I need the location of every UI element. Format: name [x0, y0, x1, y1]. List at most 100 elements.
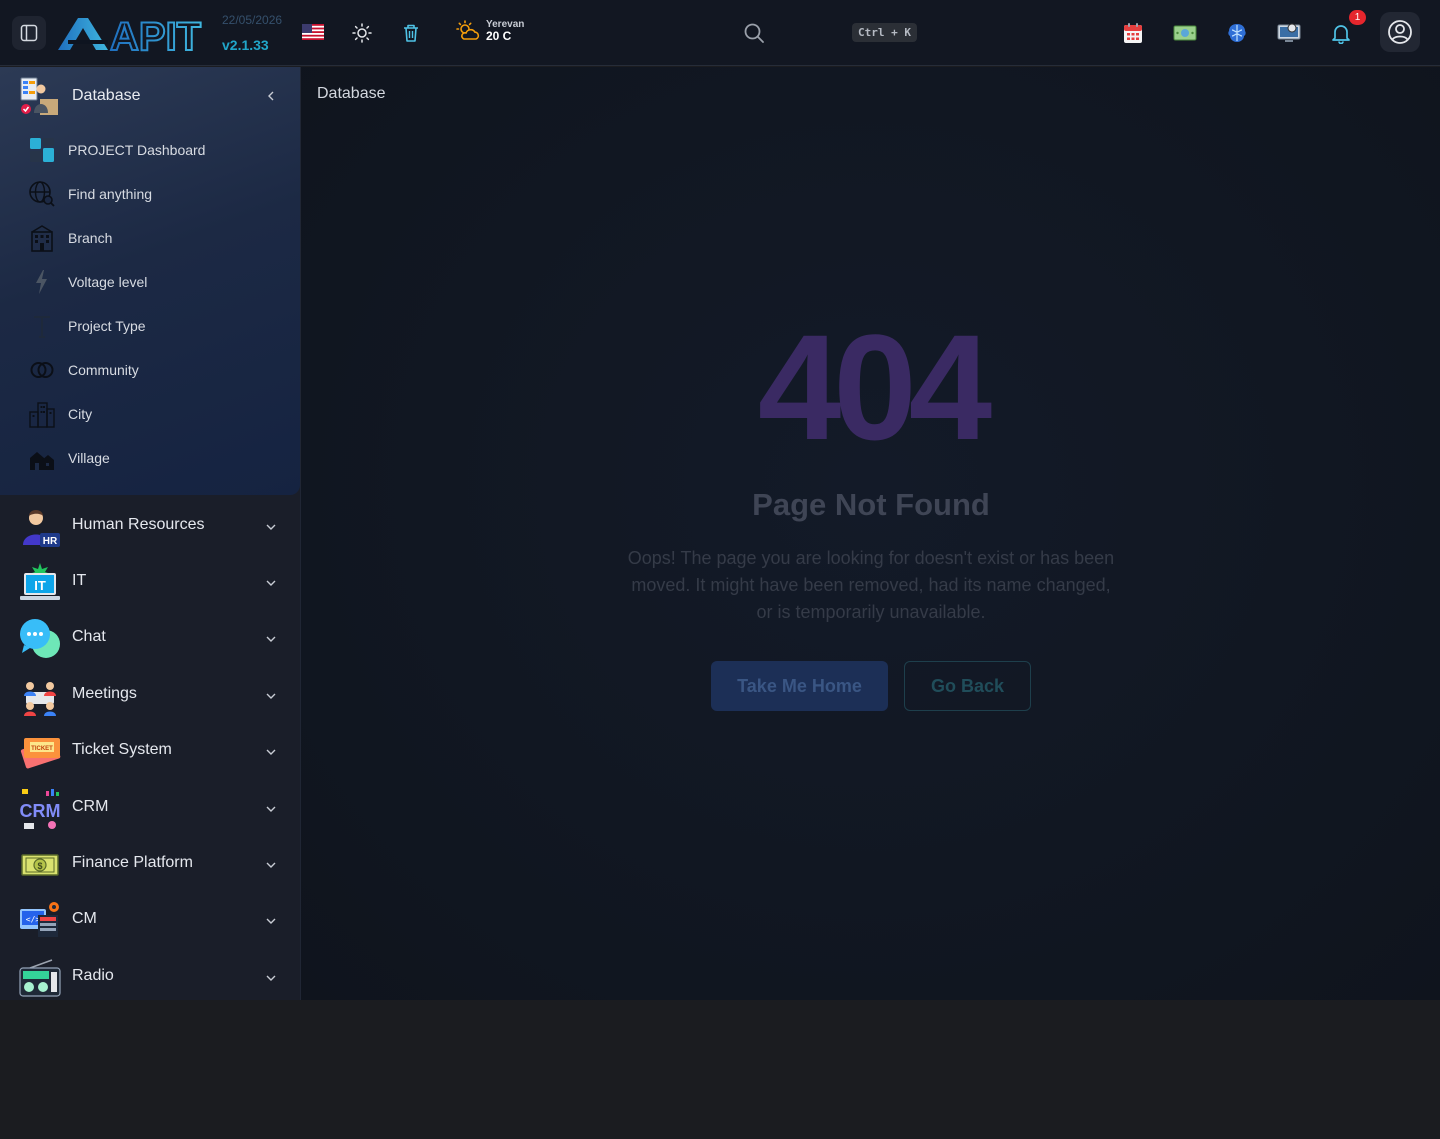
- hr-icon: HR: [23, 510, 60, 547]
- chevron-down-icon: [266, 975, 276, 981]
- sidebar-group-it[interactable]: IT IT: [0, 554, 300, 610]
- sidebar-group-label: Meetings: [72, 685, 137, 702]
- finance-button[interactable]: [1173, 21, 1197, 45]
- sidebar-group-database: Database PROJECT Dashboard Find anything…: [0, 67, 300, 495]
- app-version: v2.1.33: [222, 37, 269, 53]
- rings-icon: [30, 362, 54, 378]
- chevron-down-icon: [266, 918, 276, 924]
- chevron-down-icon: [266, 580, 276, 586]
- sidebar-item-label: Branch: [68, 230, 113, 246]
- sidebar-group-crm[interactable]: CRM CRM: [0, 780, 300, 836]
- database-icon: [20, 77, 58, 115]
- go-back-button[interactable]: Go Back: [904, 661, 1031, 711]
- header-date: 22/05/2026: [222, 13, 283, 27]
- sidebar-group-meetings[interactable]: Meetings: [0, 667, 300, 723]
- globe-search-icon: [29, 181, 55, 207]
- crm-icon: CRM: [20, 789, 61, 829]
- top-bar: APIT 22/05/2026 v2.1.33 Yerevan 20 C Ctr…: [0, 0, 1440, 66]
- error-code: 404: [757, 303, 992, 471]
- error-description: Oops! The page you are looking for doesn…: [627, 548, 1115, 622]
- sidebar-group-label: IT: [72, 572, 87, 589]
- sidebar-group-cm[interactable]: </> CM: [0, 892, 300, 948]
- bell-icon: [1332, 25, 1350, 44]
- ticket-icon: TICKET: [20, 738, 61, 769]
- sidebar-group-finance-platform[interactable]: $ Finance Platform: [0, 836, 300, 892]
- main-content: Database 404 Page Not Found Oops! The pa…: [300, 67, 1440, 1000]
- sidebar-item-label: Village: [68, 450, 110, 466]
- chevron-down-icon: [266, 524, 276, 530]
- ai-button[interactable]: [1225, 21, 1249, 45]
- sidebar-item-label: Voltage level: [68, 274, 148, 290]
- sidebar-group-label: Ticket System: [72, 741, 172, 758]
- theme-toggle-button[interactable]: [350, 21, 374, 45]
- brain-icon: [1228, 24, 1246, 42]
- breadcrumb[interactable]: Database: [317, 85, 386, 103]
- sidebar-group-human-resources[interactable]: HR Human Resources: [0, 498, 300, 554]
- weather-temp: 20 C: [486, 29, 512, 43]
- chevron-left-icon: [268, 91, 274, 101]
- logo-text: APIT: [110, 15, 201, 54]
- take-me-home-button[interactable]: Take Me Home: [711, 661, 888, 711]
- dashboard-icon: [30, 138, 54, 162]
- sidebar-group-label: Human Resources: [72, 516, 205, 533]
- sidebar-item-community[interactable]: Community: [0, 346, 300, 390]
- chat-bubbles-icon: [20, 619, 60, 658]
- sidebar-group-label: Chat: [72, 628, 106, 645]
- trash-icon: [404, 24, 418, 42]
- sidebar-item-project-dashboard[interactable]: PROJECT Dashboard: [0, 126, 300, 170]
- sidebar-toggle-button[interactable]: [12, 16, 46, 50]
- calendar-button[interactable]: [1121, 21, 1145, 45]
- sidebar-item-project-type[interactable]: Project Type: [0, 302, 300, 346]
- type-icon: [34, 316, 50, 338]
- svg-text:IT: IT: [34, 578, 46, 593]
- sidebar-item-label: Find anything: [68, 186, 153, 202]
- app-logo[interactable]: APIT: [56, 14, 216, 60]
- page-background: [0, 1000, 1440, 1139]
- chevron-down-icon: [266, 806, 276, 812]
- chevron-down-icon: [266, 693, 276, 699]
- sidebar-group-label: Database: [72, 87, 141, 104]
- user-menu-button[interactable]: [1380, 12, 1420, 52]
- sidebar-item-find-anything[interactable]: Find anything: [0, 170, 300, 214]
- it-laptop-icon: IT: [20, 563, 60, 600]
- us-flag-icon: [302, 24, 324, 40]
- language-button[interactable]: [302, 24, 324, 40]
- notifications-button[interactable]: [1329, 21, 1353, 45]
- search-shortcut: Ctrl + K: [852, 23, 917, 42]
- sun-icon: [352, 23, 372, 43]
- search-button[interactable]: [741, 20, 767, 46]
- search-icon: [744, 23, 764, 43]
- calendar-icon: [1124, 23, 1142, 43]
- sidebar-item-label: Project Type: [68, 318, 146, 334]
- sidebar-item-label: PROJECT Dashboard: [68, 142, 206, 158]
- user-circle-icon: [1388, 20, 1412, 44]
- sidebar-item-village[interactable]: Village: [0, 434, 300, 478]
- money-icon: [1173, 25, 1197, 41]
- sidebar-group-ticket-system[interactable]: TICKET Ticket System: [0, 723, 300, 779]
- sidebar-group-radio[interactable]: Radio: [0, 949, 300, 1005]
- sidebar-group-header-database[interactable]: Database: [0, 67, 300, 125]
- sidebar-group-label: CRM: [72, 798, 109, 815]
- sidebar-item-branch[interactable]: Branch: [0, 214, 300, 258]
- city-icon: [29, 402, 55, 428]
- meeting-icon: [24, 682, 56, 716]
- svg-text:TICKET: TICKET: [31, 746, 53, 752]
- chevron-down-icon: [266, 749, 276, 755]
- chevron-down-icon: [266, 862, 276, 868]
- sidebar-group-chat[interactable]: Chat: [0, 610, 300, 666]
- sidebar-item-label: City: [68, 406, 93, 422]
- cm-icon: </>: [20, 902, 59, 937]
- svg-text:HR: HR: [43, 536, 58, 547]
- sidebar-group-label: CM: [72, 910, 97, 927]
- notification-badge: 1: [1349, 10, 1366, 25]
- sidebar-group-label: Finance Platform: [72, 854, 193, 871]
- svg-text:$: $: [37, 861, 42, 871]
- weather-widget[interactable]: Yerevan 20 C: [456, 19, 524, 43]
- clear-cache-button[interactable]: [399, 21, 423, 45]
- sidebar-item-voltage-level[interactable]: Voltage level: [0, 258, 300, 302]
- remote-desktop-button[interactable]: [1277, 21, 1301, 45]
- sidebar-toggle-icon: [20, 24, 38, 42]
- svg-text:CRM: CRM: [20, 801, 61, 821]
- sidebar: Database PROJECT Dashboard Find anything…: [0, 67, 300, 1000]
- sidebar-item-city[interactable]: City: [0, 390, 300, 434]
